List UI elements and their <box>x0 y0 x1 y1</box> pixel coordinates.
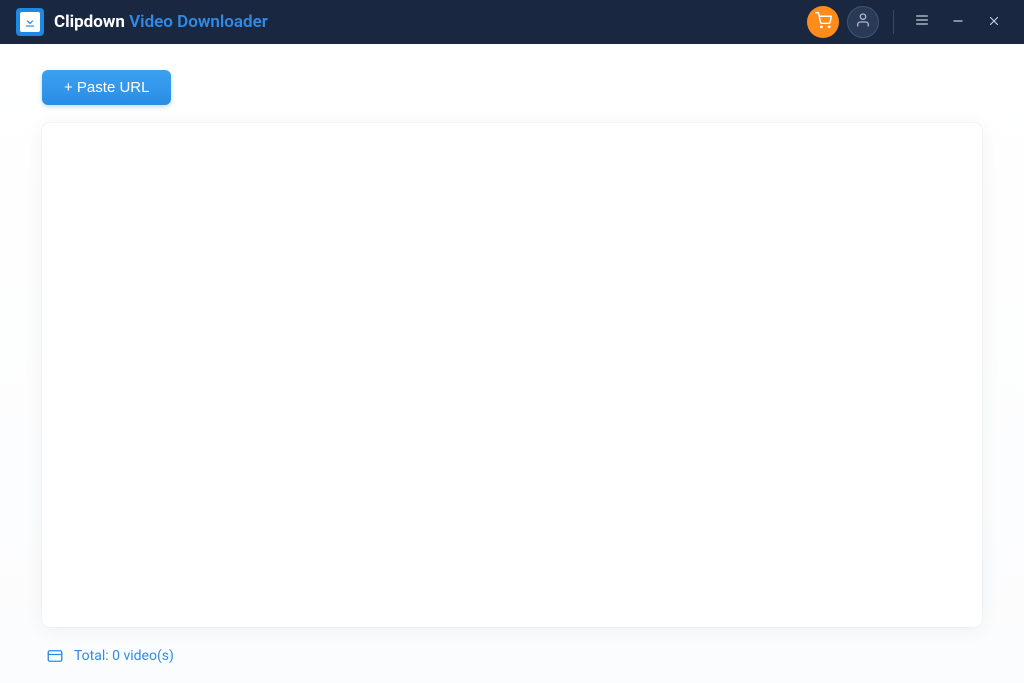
paste-url-button[interactable]: + Paste URL <box>42 70 171 105</box>
cart-button[interactable] <box>807 6 839 38</box>
titlebar-right <box>807 6 1008 38</box>
download-list-panel <box>42 123 982 627</box>
minimize-icon <box>951 13 965 32</box>
status-bar: Total: 0 video(s) <box>42 647 982 665</box>
titlebar-divider <box>893 10 894 34</box>
app-title-accent: Video Downloader <box>129 12 268 32</box>
app-title-main: Clipdown <box>54 12 125 32</box>
download-icon <box>20 12 40 32</box>
main-area: + Paste URL Total: 0 video(s) <box>0 44 1024 683</box>
app-title: Clipdown Video Downloader <box>54 12 268 32</box>
minimize-button[interactable] <box>944 8 972 36</box>
app-logo <box>16 8 44 36</box>
menu-button[interactable] <box>908 8 936 36</box>
close-icon <box>987 13 1001 32</box>
user-button[interactable] <box>847 6 879 38</box>
close-button[interactable] <box>980 8 1008 36</box>
user-icon <box>855 12 871 32</box>
folder-icon[interactable] <box>46 647 64 665</box>
titlebar: Clipdown Video Downloader <box>0 0 1024 44</box>
cart-icon <box>815 12 832 33</box>
total-videos-label: Total: 0 video(s) <box>74 648 174 664</box>
titlebar-left: Clipdown Video Downloader <box>16 8 268 36</box>
menu-icon <box>914 12 930 32</box>
